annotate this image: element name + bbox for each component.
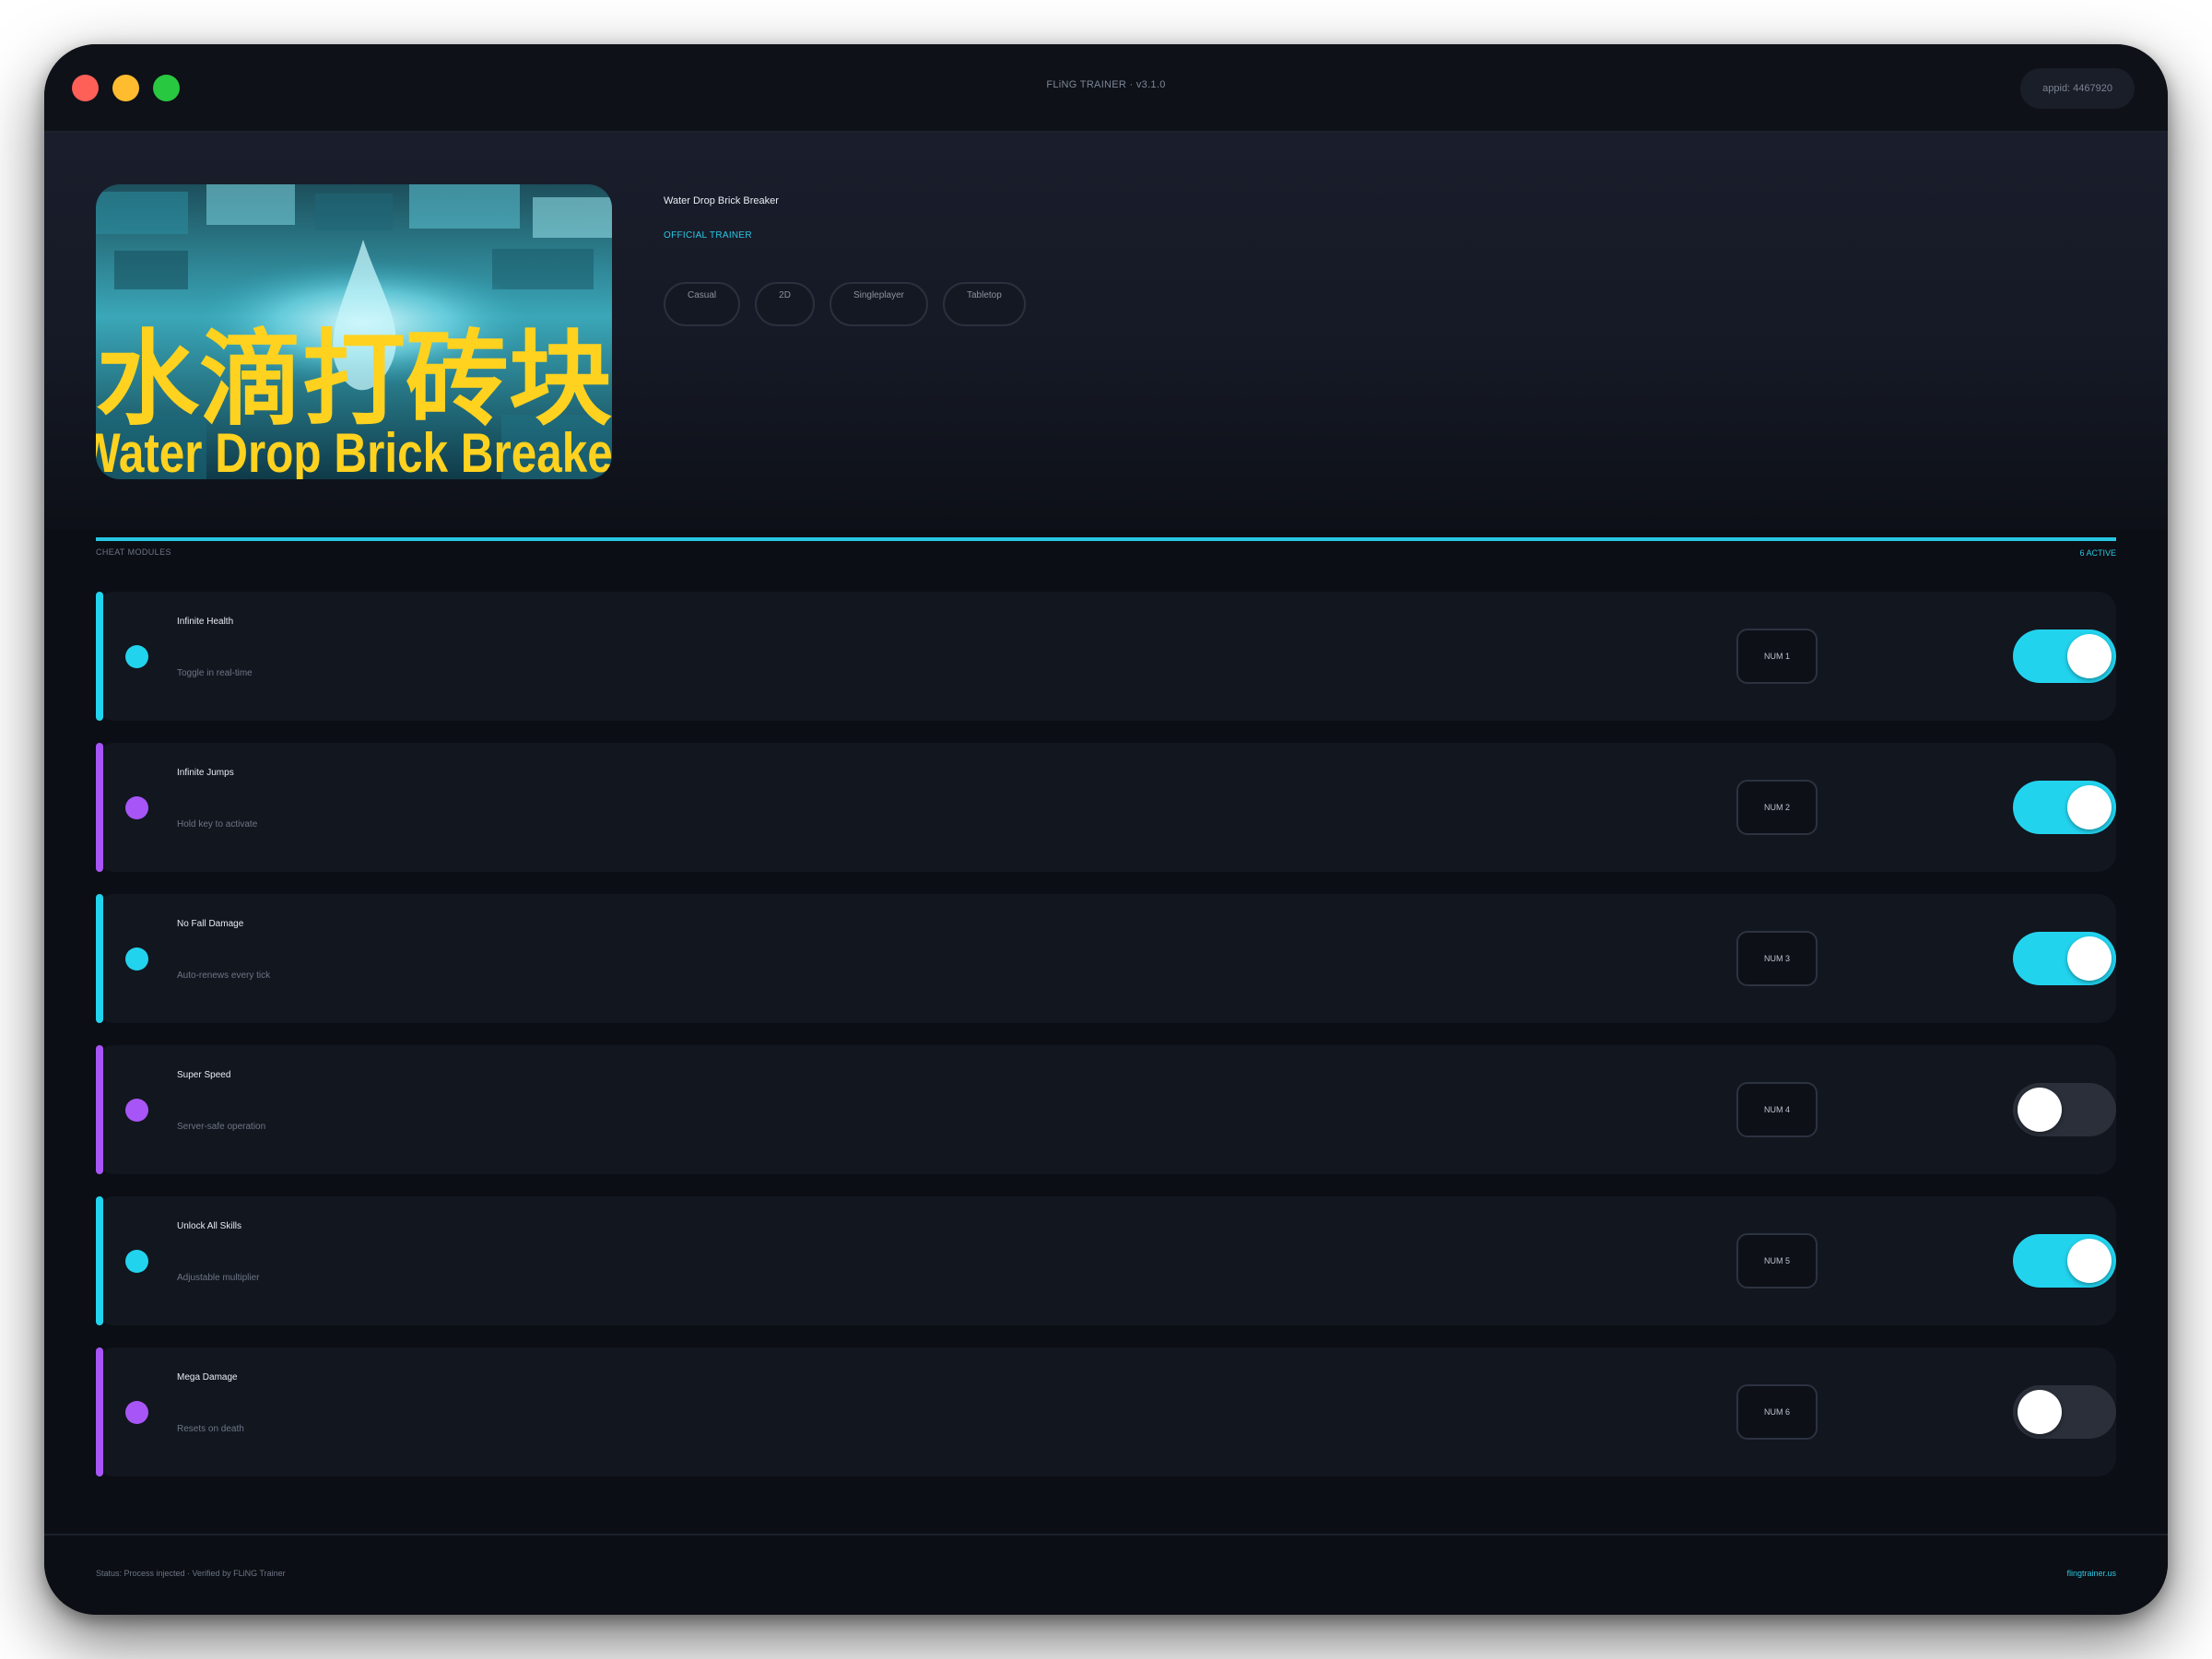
game-title: Water Drop Brick Breaker xyxy=(664,195,779,206)
cheat-accent-bar xyxy=(96,1196,103,1325)
tag-casual[interactable]: Casual xyxy=(664,282,741,326)
tag-tabletop[interactable]: Tabletop xyxy=(942,282,1026,326)
cheat-name: Infinite Jumps xyxy=(177,768,234,778)
cheat-toggle[interactable] xyxy=(2013,932,2116,985)
toggle-knob xyxy=(2067,634,2112,678)
toggle-knob xyxy=(2067,1239,2112,1283)
cheat-name: No Fall Damage xyxy=(177,919,244,929)
appid-badge: appid: 4467920 xyxy=(2020,68,2135,109)
website-link[interactable]: flingtrainer.us xyxy=(2066,1569,2116,1578)
game-cover-image: 水滴打砖块 Water Drop Brick Breaker xyxy=(96,184,612,479)
toggle-knob xyxy=(2067,785,2112,830)
game-header: 水滴打砖块 Water Drop Brick Breaker Water Dro… xyxy=(44,133,2168,529)
cheat-name: Infinite Health xyxy=(177,617,234,627)
toggle-knob xyxy=(2018,1088,2062,1132)
cheat-description: Toggle in real-time xyxy=(177,668,253,678)
hotkey-button[interactable]: NUM 1 xyxy=(1736,629,1818,684)
tag-2d[interactable]: 2D xyxy=(755,282,815,326)
game-tags: Casual 2D Singleplayer Tabletop xyxy=(664,282,1041,326)
status-dot-icon xyxy=(125,1250,148,1273)
cheat-accent-bar xyxy=(96,1347,103,1477)
cheat-toggle[interactable] xyxy=(2013,629,2116,683)
status-footer: Status: Process injected · Verified by F… xyxy=(44,1534,2168,1615)
cheat-toggle[interactable] xyxy=(2013,1083,2116,1136)
cheat-row: Infinite Health Toggle in real-time NUM … xyxy=(96,592,2116,721)
cheat-row: No Fall Damage Auto-renews every tick NU… xyxy=(96,894,2116,1023)
cover-title-en: Water Drop Brick Breaker xyxy=(96,422,612,479)
cheat-accent-bar xyxy=(96,894,103,1023)
cheat-row: Mega Damage Resets on death NUM 6 xyxy=(96,1347,2116,1477)
cheat-row: Super Speed Server-safe operation NUM 4 xyxy=(96,1045,2116,1174)
active-count: 6 ACTIVE xyxy=(2079,548,2116,558)
status-dot-icon xyxy=(125,796,148,819)
cheat-accent-bar xyxy=(96,743,103,872)
cheat-accent-bar xyxy=(96,592,103,721)
trainer-window: FLiNG TRAINER · v3.1.0 appid: 4467920 水滴… xyxy=(44,44,2168,1615)
cheat-row: Unlock All Skills Adjustable multiplier … xyxy=(96,1196,2116,1325)
cheat-toggle[interactable] xyxy=(2013,781,2116,834)
cheat-toggle[interactable] xyxy=(2013,1234,2116,1288)
official-trainer-badge: OFFICIAL TRAINER xyxy=(664,230,752,241)
toggle-knob xyxy=(2067,936,2112,981)
cheat-description: Hold key to activate xyxy=(177,819,258,830)
tag-singleplayer[interactable]: Singleplayer xyxy=(829,282,928,326)
hotkey-button[interactable]: NUM 4 xyxy=(1736,1082,1818,1137)
status-dot-icon xyxy=(125,645,148,668)
cheat-toggle[interactable] xyxy=(2013,1385,2116,1439)
cheat-name: Unlock All Skills xyxy=(177,1221,242,1231)
hotkey-button[interactable]: NUM 3 xyxy=(1736,931,1818,986)
cheat-name: Mega Damage xyxy=(177,1372,238,1382)
cheat-description: Auto-renews every tick xyxy=(177,971,271,981)
cheat-description: Resets on death xyxy=(177,1424,244,1434)
cheat-description: Server-safe operation xyxy=(177,1122,266,1132)
hotkey-button[interactable]: NUM 5 xyxy=(1736,1233,1818,1288)
hotkey-button[interactable]: NUM 2 xyxy=(1736,780,1818,835)
cheat-accent-bar xyxy=(96,1045,103,1174)
cheat-description: Adjustable multiplier xyxy=(177,1273,260,1283)
title-bar: FLiNG TRAINER · v3.1.0 appid: 4467920 xyxy=(44,44,2168,133)
status-text: Status: Process injected · Verified by F… xyxy=(96,1569,286,1578)
hotkey-button[interactable]: NUM 6 xyxy=(1736,1384,1818,1440)
cheat-name: Super Speed xyxy=(177,1070,231,1080)
section-divider xyxy=(96,537,2116,541)
toggle-knob xyxy=(2018,1390,2062,1434)
status-dot-icon xyxy=(125,1099,148,1122)
status-dot-icon xyxy=(125,947,148,971)
status-dot-icon xyxy=(125,1401,148,1424)
cheat-row: Infinite Jumps Hold key to activate NUM … xyxy=(96,743,2116,872)
window-title: FLiNG TRAINER · v3.1.0 xyxy=(1046,79,1166,90)
section-label: CHEAT MODULES xyxy=(96,547,171,557)
